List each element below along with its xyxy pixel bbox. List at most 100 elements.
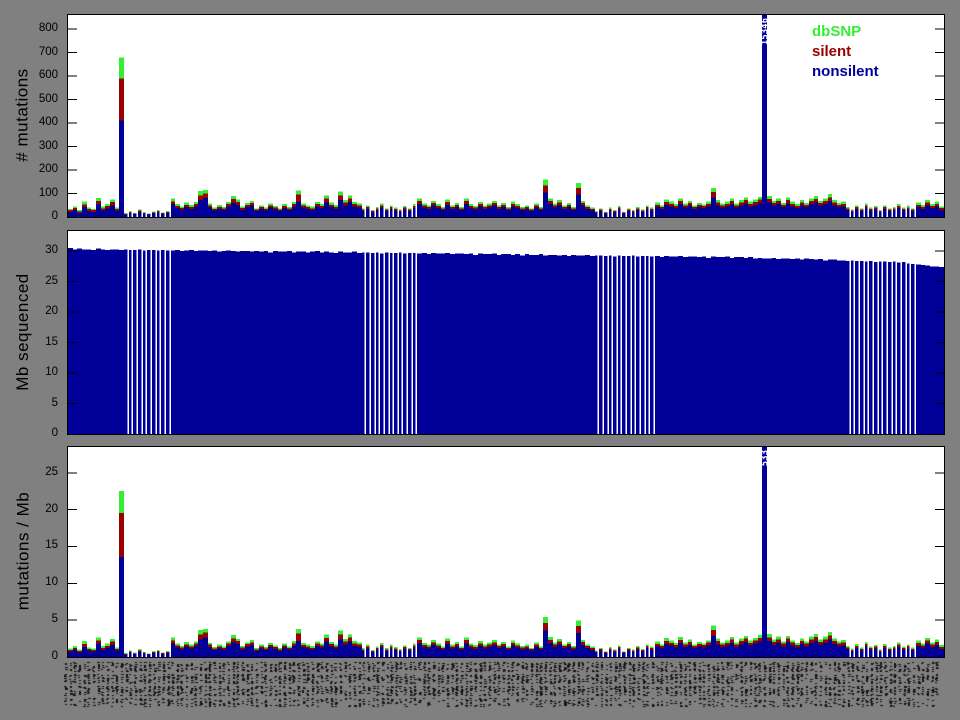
bar-segment xyxy=(138,211,142,212)
bar-segment xyxy=(674,204,678,206)
bar-segment xyxy=(925,202,930,205)
bar-segment xyxy=(781,205,786,207)
bar-segment xyxy=(175,250,180,434)
bar-segment xyxy=(767,196,772,199)
bar-segment xyxy=(105,209,110,217)
bar-segment xyxy=(772,639,776,642)
bar-segment xyxy=(254,649,259,650)
bar-segment xyxy=(758,197,762,200)
bar-segment xyxy=(245,203,250,205)
bar-segment xyxy=(301,647,306,657)
bar-segment xyxy=(152,250,156,434)
bar-segment xyxy=(436,645,441,647)
bar-segment xyxy=(87,651,91,657)
bar-segment xyxy=(171,644,175,657)
bar-segment xyxy=(306,209,310,217)
bar-segment xyxy=(492,642,497,645)
bar-segment xyxy=(925,205,930,217)
bar-segment xyxy=(865,644,868,646)
bar-segment xyxy=(208,251,212,434)
bar-segment xyxy=(445,205,450,217)
bar-segment xyxy=(916,641,921,644)
bar-segment xyxy=(310,648,315,650)
bar-segment xyxy=(786,258,790,434)
bar-segment xyxy=(91,210,96,212)
bar-segment xyxy=(855,646,859,648)
bar-segment xyxy=(198,634,203,639)
bar-segment xyxy=(455,205,459,207)
bar-segment xyxy=(450,205,455,207)
bar-segment xyxy=(767,202,772,217)
y-tick-label: 10 xyxy=(0,575,58,589)
bar-segment xyxy=(310,208,315,210)
bar-segment xyxy=(758,258,762,434)
bar-segment xyxy=(916,265,921,434)
bar-segment xyxy=(688,640,692,643)
bar-segment xyxy=(520,208,525,210)
bar-segment xyxy=(222,251,226,434)
bar-segment xyxy=(525,207,529,209)
bar-segment xyxy=(469,208,473,217)
bar-segment xyxy=(599,648,603,649)
bar-segment xyxy=(883,644,887,646)
bar-segment xyxy=(119,557,124,657)
bar-segment xyxy=(511,204,515,207)
bar-segment xyxy=(236,252,240,434)
bar-segment xyxy=(804,642,809,644)
bar-segment xyxy=(343,205,348,217)
bar-segment xyxy=(278,649,282,650)
bar-segment xyxy=(804,646,809,657)
bar-segment xyxy=(445,200,450,202)
bar-segment xyxy=(902,209,906,211)
bar-segment xyxy=(674,257,678,434)
bar-segment xyxy=(529,651,534,657)
bar-segment xyxy=(636,208,640,210)
bar-segment xyxy=(455,642,459,644)
bar-segment xyxy=(441,208,445,210)
bar-segment xyxy=(571,646,576,648)
bar-segment xyxy=(609,650,612,657)
y-tick-label: 25 xyxy=(0,274,58,288)
bar-segment xyxy=(832,260,837,434)
bar-segment xyxy=(823,201,828,204)
bar-segment xyxy=(716,644,720,657)
bar-segment xyxy=(171,251,175,434)
bar-segment xyxy=(553,208,557,217)
bar-segment xyxy=(366,646,370,648)
bar-segment xyxy=(91,648,96,649)
bar-segment xyxy=(846,646,850,648)
bar-segment xyxy=(180,251,184,434)
bar-segment xyxy=(259,648,264,657)
bar-segment xyxy=(650,257,654,434)
bar-segment xyxy=(804,207,809,217)
bar-segment xyxy=(455,644,459,646)
bar-segment xyxy=(907,263,910,434)
bar-segment xyxy=(310,207,315,209)
bar-segment xyxy=(814,260,818,434)
bar-segment xyxy=(725,206,730,217)
bar-segment xyxy=(865,204,868,206)
bar-segment xyxy=(296,202,301,217)
bar-segment xyxy=(772,258,776,434)
bar-segment xyxy=(692,209,697,217)
bar-segment xyxy=(273,645,278,647)
bar-segment xyxy=(352,206,357,217)
bar-segment xyxy=(609,210,612,217)
bar-segment xyxy=(203,190,208,194)
bar-segment xyxy=(697,642,702,644)
bar-segment xyxy=(636,210,640,217)
bar-segment xyxy=(893,208,896,210)
bar-segment xyxy=(832,205,837,217)
bar-segment xyxy=(77,213,82,217)
bar-segment xyxy=(329,207,334,217)
bar-segment xyxy=(595,255,598,434)
bar-segment xyxy=(725,257,730,434)
bar-segment xyxy=(264,647,268,648)
bar-segment xyxy=(464,204,469,217)
bar-segment xyxy=(604,651,608,652)
bar-segment xyxy=(939,645,944,647)
bar-segment xyxy=(73,249,77,434)
y-tick-label: 5 xyxy=(0,612,58,626)
bar-segment xyxy=(730,643,734,657)
bar-segment xyxy=(301,252,306,434)
